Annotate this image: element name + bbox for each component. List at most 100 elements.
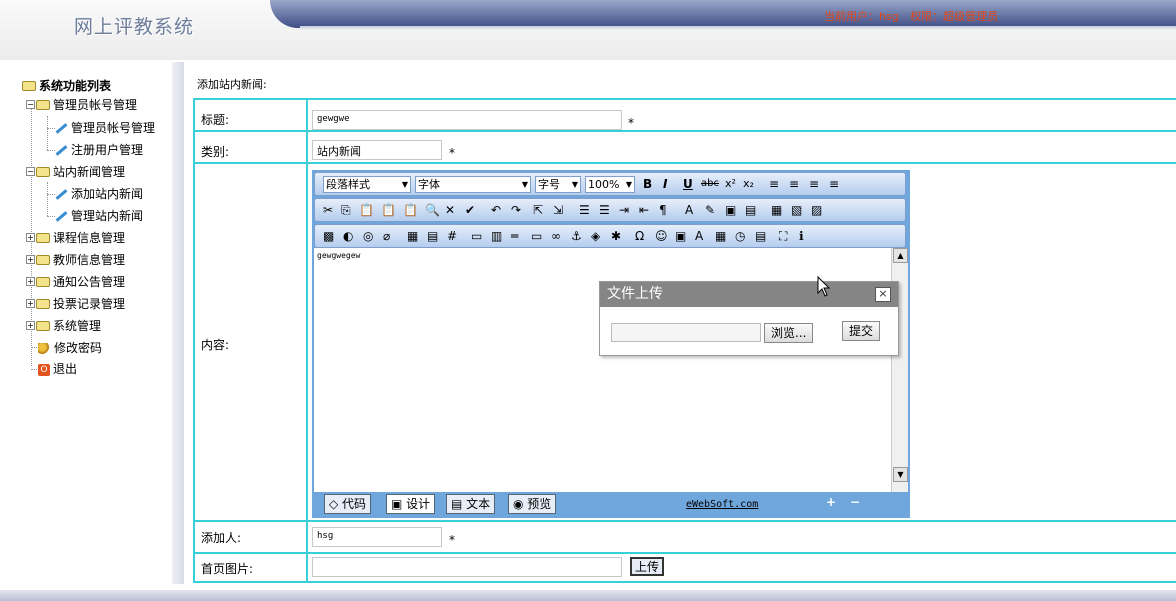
sidebar-group-courses[interactable]: + 课程信息管理 bbox=[26, 229, 125, 247]
time-icon[interactable]: ◷ bbox=[735, 228, 745, 244]
strikethrough-icon[interactable]: abc bbox=[701, 176, 719, 192]
expand-icon[interactable]: + bbox=[26, 299, 35, 308]
layer-icon[interactable]: ▨ bbox=[811, 202, 822, 218]
link-icon[interactable]: ∞ bbox=[551, 228, 561, 244]
category-input[interactable]: 站内新闻 bbox=[312, 140, 442, 160]
author-input[interactable]: hsg bbox=[312, 527, 442, 547]
sidebar-item-admin-accounts[interactable]: 管理员帐号管理 bbox=[54, 119, 155, 137]
font-select[interactable]: 字体 bbox=[415, 176, 531, 193]
image-icon[interactable]: ▩ bbox=[323, 228, 334, 244]
mode-design-tab[interactable]: ▣ 设计 bbox=[386, 494, 436, 514]
table-icon[interactable]: ▦ bbox=[407, 228, 418, 244]
browse-button[interactable]: 浏览... bbox=[764, 323, 814, 343]
copy-icon[interactable]: ⎘ bbox=[341, 202, 351, 218]
highlight-icon[interactable]: ✎ bbox=[705, 202, 715, 218]
align-justify-icon[interactable]: ≡ bbox=[829, 176, 839, 192]
paste-word-icon[interactable]: 📋 bbox=[403, 202, 418, 218]
media-icon[interactable]: ◎ bbox=[363, 228, 373, 244]
zoom-select[interactable]: 100% bbox=[585, 176, 635, 193]
sidebar-group-system[interactable]: + 系统管理 bbox=[26, 317, 101, 335]
expand-icon[interactable]: + bbox=[26, 277, 35, 286]
close-icon[interactable]: × bbox=[875, 287, 891, 302]
unlink-icon[interactable]: ✱ bbox=[611, 228, 621, 244]
bold-icon[interactable]: B bbox=[643, 176, 652, 192]
date-icon[interactable]: ▦ bbox=[715, 228, 726, 244]
absolute-position-icon[interactable]: ▤ bbox=[745, 202, 756, 218]
align-right-icon[interactable]: ≡ bbox=[809, 176, 819, 192]
file-path-input[interactable] bbox=[611, 323, 761, 342]
iframe-icon[interactable]: ▥ bbox=[491, 228, 502, 244]
about-icon[interactable]: ℹ bbox=[799, 228, 804, 244]
outdent-icon[interactable]: ⇤ bbox=[639, 202, 649, 218]
italic-icon[interactable]: I bbox=[663, 176, 667, 192]
frame-icon[interactable]: ▭ bbox=[471, 228, 482, 244]
table-properties-icon[interactable]: ▤ bbox=[427, 228, 438, 244]
mode-preview-tab[interactable]: ◉ 预览 bbox=[508, 494, 557, 514]
font-size-select[interactable]: 字号 bbox=[535, 176, 581, 193]
mode-code-tab[interactable]: ◇ 代码 bbox=[324, 494, 372, 514]
excel-icon[interactable]: ▣ bbox=[675, 228, 686, 244]
map-icon[interactable]: ◈ bbox=[591, 228, 600, 244]
redo-icon[interactable]: ↷ bbox=[511, 202, 521, 218]
align-left-icon[interactable]: ≡ bbox=[769, 176, 779, 192]
horizontal-rule-icon[interactable]: ═ bbox=[511, 228, 518, 244]
code-block-icon[interactable]: ▤ bbox=[755, 228, 766, 244]
select-all-icon[interactable]: ⇱ bbox=[533, 202, 543, 218]
shrink-icon[interactable]: − bbox=[850, 494, 860, 510]
sidebar-group-news[interactable]: − 站内新闻管理 bbox=[26, 163, 125, 181]
special-char-icon[interactable]: Ω bbox=[635, 228, 644, 244]
collapse-icon[interactable]: − bbox=[26, 167, 35, 176]
background-color-icon[interactable]: ▣ bbox=[725, 202, 736, 218]
sidebar-item-add-news[interactable]: 添加站内新闻 bbox=[54, 185, 143, 203]
unselect-icon[interactable]: ⇲ bbox=[553, 202, 563, 218]
paragraph-icon[interactable]: ¶ bbox=[659, 202, 667, 218]
form-icon[interactable]: ▦ bbox=[771, 202, 782, 218]
scroll-up-icon[interactable]: ▲ bbox=[893, 248, 908, 263]
align-center-icon[interactable]: ≡ bbox=[789, 176, 799, 192]
fullscreen-icon[interactable]: ⛶ bbox=[779, 228, 787, 244]
text-color-icon[interactable]: A bbox=[685, 202, 693, 218]
editor-copyright-link[interactable]: eWebSoft.com bbox=[686, 499, 758, 510]
scroll-down-icon[interactable]: ▼ bbox=[893, 467, 908, 482]
collapse-icon[interactable]: − bbox=[26, 100, 35, 109]
sidebar-item-manage-news[interactable]: 管理站内新闻 bbox=[54, 207, 143, 225]
attachment-icon[interactable]: ⌀ bbox=[383, 228, 390, 244]
sidebar-item-logout[interactable]: O 退出 bbox=[38, 360, 77, 378]
paste-icon[interactable]: 📋 bbox=[359, 202, 374, 218]
superscript-icon[interactable]: x² bbox=[725, 176, 736, 192]
subscript-icon[interactable]: x₂ bbox=[743, 176, 754, 192]
expand-icon[interactable]: + bbox=[26, 255, 35, 264]
enlarge-icon[interactable]: + bbox=[826, 494, 836, 510]
upload-button[interactable]: 上传 bbox=[630, 557, 665, 576]
anchor-icon[interactable]: ⚓ bbox=[571, 228, 582, 244]
unordered-list-icon[interactable]: ☰ bbox=[599, 202, 610, 218]
image-path-input[interactable] bbox=[312, 557, 622, 577]
clear-format-icon[interactable]: ✔ bbox=[465, 202, 475, 218]
submit-button[interactable]: 提交 bbox=[842, 321, 881, 341]
paste-text-icon[interactable]: 📋 bbox=[381, 202, 396, 218]
grid-icon[interactable]: # bbox=[447, 228, 457, 244]
art-text-icon[interactable]: A bbox=[695, 228, 703, 244]
sidebar-group-notices[interactable]: + 通知公告管理 bbox=[26, 273, 125, 291]
ordered-list-icon[interactable]: ☰ bbox=[579, 202, 590, 218]
object-icon[interactable]: ▧ bbox=[791, 202, 802, 218]
cut-icon[interactable]: ✂ bbox=[323, 202, 333, 218]
sidebar-item-change-password[interactable]: 修改密码 bbox=[38, 339, 102, 357]
delete-icon[interactable]: ✕ bbox=[445, 202, 455, 218]
find-icon[interactable]: 🔍 bbox=[425, 202, 440, 218]
expand-icon[interactable]: + bbox=[26, 321, 35, 330]
marquee-icon[interactable]: ▭ bbox=[531, 228, 542, 244]
expand-icon[interactable]: + bbox=[26, 233, 35, 242]
flash-icon[interactable]: ◐ bbox=[343, 228, 353, 244]
emoticon-icon[interactable]: ☺ bbox=[655, 228, 668, 244]
undo-icon[interactable]: ↶ bbox=[491, 202, 501, 218]
sidebar-group-votes[interactable]: + 投票记录管理 bbox=[26, 295, 125, 313]
sidebar-item-registered-users[interactable]: 注册用户管理 bbox=[54, 141, 143, 159]
underline-icon[interactable]: U bbox=[683, 176, 693, 192]
paragraph-style-select[interactable]: 段落样式 bbox=[323, 176, 411, 193]
title-input[interactable]: gewgwe bbox=[312, 110, 622, 130]
sidebar-group-teachers[interactable]: + 教师信息管理 bbox=[26, 251, 125, 269]
mode-text-tab[interactable]: ▤ 文本 bbox=[446, 494, 496, 514]
indent-icon[interactable]: ⇥ bbox=[619, 202, 629, 218]
sidebar-group-admin-accounts[interactable]: − 管理员帐号管理 bbox=[26, 96, 137, 114]
